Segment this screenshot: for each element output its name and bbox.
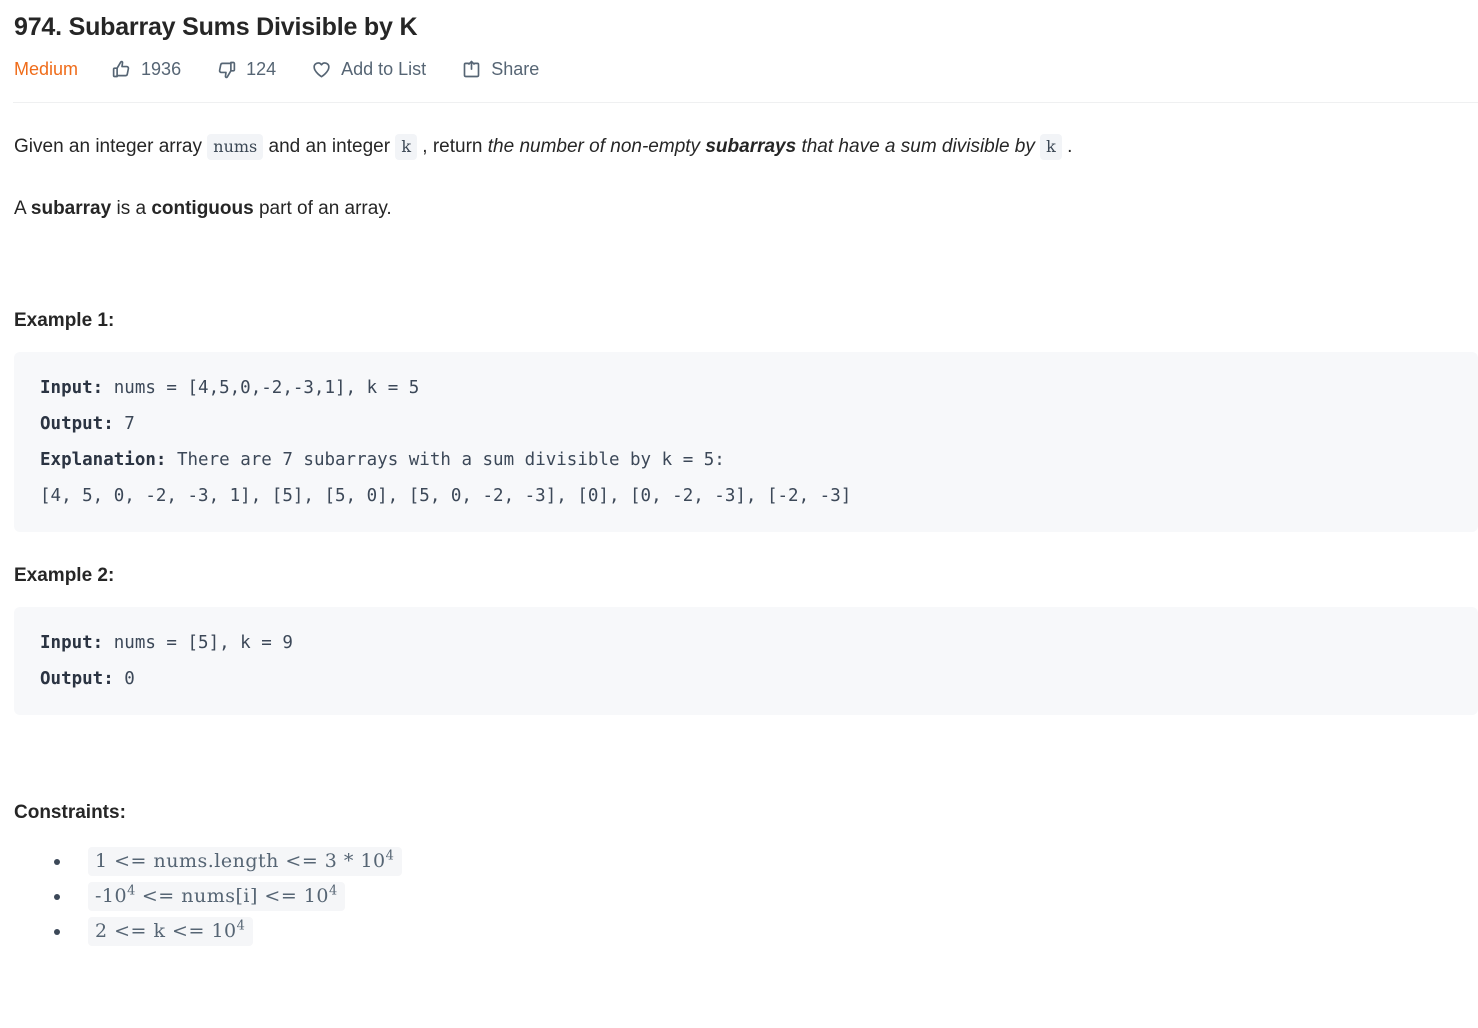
constraint-text: -10 bbox=[95, 885, 128, 907]
desc-text: A bbox=[14, 198, 31, 219]
list-item: -104 <= nums[i] <= 104 bbox=[0, 879, 1478, 914]
problem-page: 974. Subarray Sums Divisible by K Medium… bbox=[0, 0, 1478, 949]
description-paragraph-1: Given an integer array nums and an integ… bbox=[14, 103, 1464, 160]
desc-emphasis: the number of non-empty bbox=[487, 136, 706, 157]
problem-description: Given an integer array nums and an integ… bbox=[0, 103, 1478, 222]
desc-emphasis-strong: subarrays bbox=[705, 136, 797, 157]
dislike-count: 124 bbox=[246, 59, 277, 79]
desc-text: , return bbox=[417, 136, 488, 157]
example-2-output-value: 0 bbox=[113, 669, 135, 689]
dislike-button[interactable]: 124 bbox=[215, 58, 276, 80]
example-1-input-label: Input: bbox=[40, 378, 104, 398]
constraint-k-value: 2 <= k <= 104 bbox=[88, 917, 253, 946]
share-icon bbox=[460, 58, 482, 80]
thumbs-down-icon bbox=[215, 58, 237, 80]
desc-text: part of an array. bbox=[253, 198, 392, 219]
like-count: 1936 bbox=[141, 59, 182, 79]
constraints-list: 1 <= nums.length <= 3 * 104 -104 <= nums… bbox=[0, 826, 1478, 949]
list-item: 2 <= k <= 104 bbox=[0, 914, 1478, 949]
list-item: 1 <= nums.length <= 3 * 104 bbox=[0, 844, 1478, 879]
constraint-exponent: 4 bbox=[236, 918, 245, 934]
constraints-heading: Constraints: bbox=[14, 802, 126, 823]
example-1-code-block: Input: nums = [4,5,0,-2,-3,1], k = 5 Out… bbox=[14, 352, 1478, 532]
desc-emphasis: that have a sum divisible by bbox=[796, 136, 1041, 157]
difficulty-badge: Medium bbox=[14, 59, 79, 79]
constraint-nums-value: -104 <= nums[i] <= 104 bbox=[88, 882, 346, 911]
constraint-nums-length: 1 <= nums.length <= 3 * 104 bbox=[88, 847, 402, 876]
example-1-output-label: Output: bbox=[40, 414, 114, 434]
desc-text: Given an integer array bbox=[14, 136, 208, 157]
example-1-input-value: nums = [4,5,0,-2,-3,1], k = 5 bbox=[103, 378, 420, 398]
example-2-input-value: nums = [5], k = 9 bbox=[103, 633, 293, 653]
thumbs-up-icon bbox=[110, 58, 132, 80]
add-to-list-label: Add to List bbox=[341, 59, 427, 79]
description-paragraph-2: A subarray is a contiguous part of an ar… bbox=[14, 160, 1464, 222]
example-1-heading: Example 1: bbox=[14, 310, 115, 331]
constraint-text: 1 <= nums.length <= 3 * 10 bbox=[95, 850, 386, 872]
constraint-text: 2 <= k <= 10 bbox=[95, 920, 237, 942]
constraint-exponent: 4 bbox=[385, 848, 394, 864]
heart-icon bbox=[310, 58, 332, 80]
problem-meta-row: Medium 1936 124 Add to List Share bbox=[0, 43, 1478, 83]
share-button[interactable]: Share bbox=[460, 58, 539, 80]
example-1-output-value: 7 bbox=[113, 414, 135, 434]
add-to-list-button[interactable]: Add to List bbox=[310, 58, 426, 80]
desc-text: is a bbox=[111, 198, 152, 219]
desc-text: and an integer bbox=[263, 136, 396, 157]
example-2-heading: Example 2: bbox=[14, 565, 115, 586]
page-title: 974. Subarray Sums Divisible by K bbox=[14, 13, 418, 41]
like-button[interactable]: 1936 bbox=[110, 58, 181, 80]
desc-text: . bbox=[1061, 136, 1073, 157]
desc-bold-subarray: subarray bbox=[30, 198, 112, 219]
share-label: Share bbox=[491, 59, 540, 79]
example-2-output-label: Output: bbox=[40, 669, 114, 689]
desc-bold-contiguous: contiguous bbox=[151, 198, 254, 219]
example-1-explanation-label: Explanation: bbox=[40, 450, 167, 470]
inline-code-k: k bbox=[395, 134, 418, 160]
inline-code-k2: k bbox=[1040, 134, 1062, 160]
constraint-text: <= nums[i] <= 10 bbox=[135, 885, 329, 907]
example-2-code-block: Input: nums = [5], k = 9 Output: 0 bbox=[14, 607, 1478, 715]
example-2-input-label: Input: bbox=[40, 633, 104, 653]
inline-code-nums: nums bbox=[207, 134, 264, 160]
constraint-exponent: 4 bbox=[329, 883, 338, 899]
